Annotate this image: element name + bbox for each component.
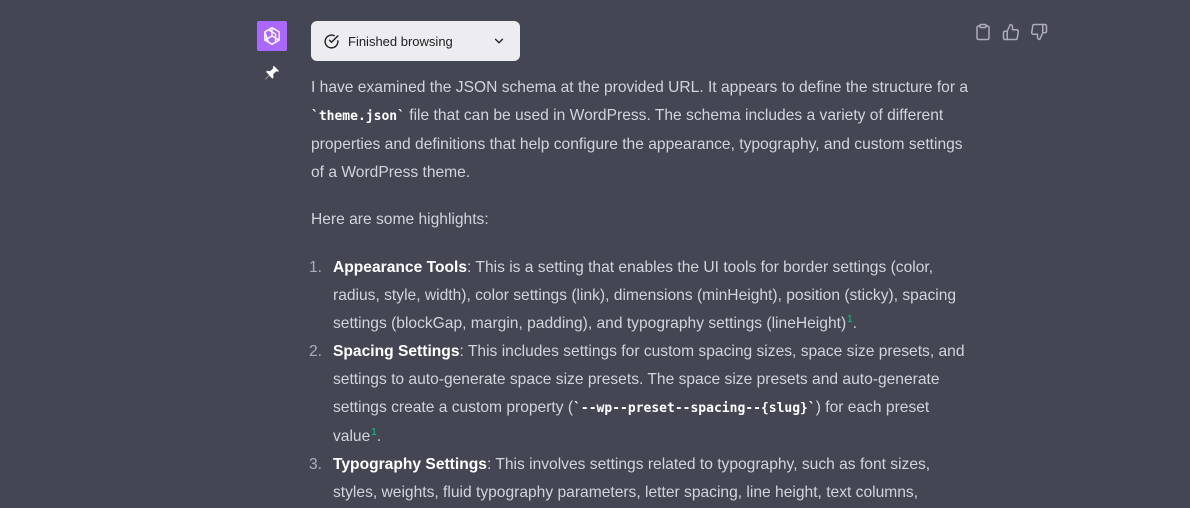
browsing-status-label: Finished browsing [348, 33, 453, 49]
openai-logo-icon [264, 27, 280, 45]
list-item: 2. Spacing Settings: This includes setti… [309, 338, 971, 451]
intro-text-1: I have examined the JSON schema at the p… [311, 79, 969, 96]
item-end: . [852, 315, 858, 332]
item-title: Appearance Tools [333, 259, 468, 276]
chat-message: Finished browsing I have examined the JS… [0, 0, 1190, 508]
intro-text-2: file that can be used in WordPress. The … [311, 107, 963, 181]
item-title: Typography Settings [333, 456, 487, 473]
list-item: 3. Typography Settings: This involves se… [309, 451, 971, 507]
list-number: 2. [309, 343, 323, 360]
message-actions [974, 23, 1048, 41]
assistant-avatar [257, 21, 287, 51]
highlights-list: 1. Appearance Tools: This is a setting t… [309, 254, 971, 507]
intro-paragraph: I have examined the JSON schema at the p… [311, 74, 971, 187]
list-number: 1. [309, 259, 323, 276]
item-title: Spacing Settings [333, 343, 460, 360]
thumbs-up-icon[interactable] [1002, 23, 1020, 41]
finished-browsing-dropdown[interactable]: Finished browsing [311, 21, 520, 61]
pin-icon[interactable] [263, 64, 281, 82]
item-end: . [376, 428, 382, 445]
copy-clipboard-icon[interactable] [974, 23, 992, 41]
list-number: 3. [309, 456, 323, 473]
highlights-heading: Here are some highlights: [311, 211, 489, 228]
inline-code-spacing-property: `--wp--preset--spacing--{slug}` [573, 401, 816, 416]
message-content: I have examined the JSON schema at the p… [309, 74, 971, 507]
thumbs-down-icon[interactable] [1030, 23, 1048, 41]
check-circle-icon [324, 33, 339, 49]
inline-code-theme-json: `theme.json` [311, 109, 405, 124]
list-item: 1. Appearance Tools: This is a setting t… [309, 254, 971, 338]
chevron-down-icon [494, 38, 504, 44]
